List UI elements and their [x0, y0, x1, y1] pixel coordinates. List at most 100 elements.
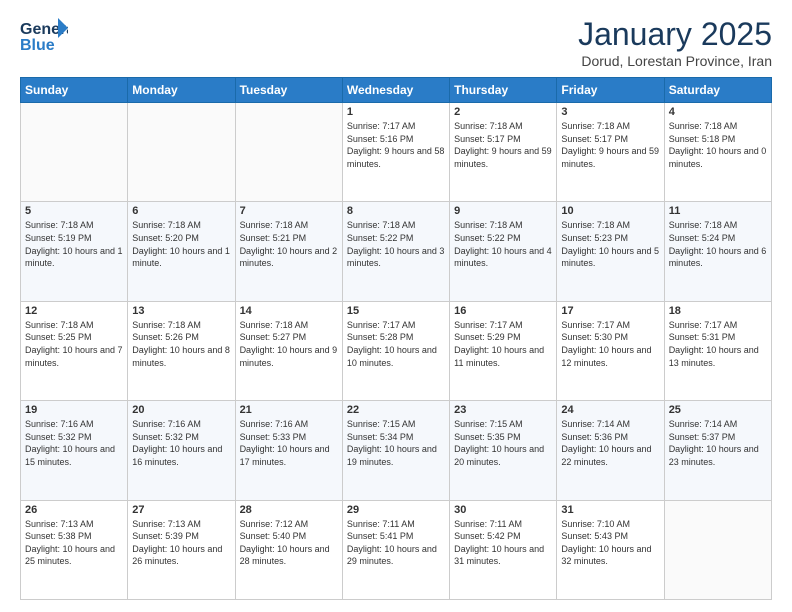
day-info: Sunrise: 7:18 AMSunset: 5:27 PMDaylight:…: [240, 319, 338, 369]
day-cell: 12 Sunrise: 7:18 AMSunset: 5:25 PMDayligh…: [21, 301, 128, 400]
day-number: 31: [561, 504, 659, 516]
day-number: 23: [454, 404, 552, 416]
col-friday: Friday: [557, 78, 664, 103]
header: General Blue January 2025 Dorud, Loresta…: [20, 16, 772, 69]
day-number: 30: [454, 504, 552, 516]
day-cell: 6 Sunrise: 7:18 AMSunset: 5:20 PMDaylight…: [128, 202, 235, 301]
day-info: Sunrise: 7:18 AMSunset: 5:22 PMDaylight:…: [454, 219, 552, 269]
day-number: 1: [347, 106, 445, 118]
day-info: Sunrise: 7:18 AMSunset: 5:17 PMDaylight:…: [561, 120, 659, 170]
day-cell: [664, 500, 771, 599]
day-info: Sunrise: 7:13 AMSunset: 5:38 PMDaylight:…: [25, 518, 123, 568]
day-cell: 8Sunrise: 7:18 AMSunset: 5:22 PMDaylight…: [342, 202, 449, 301]
day-cell: 11 Sunrise: 7:18 AMSunset: 5:24 PMDayligh…: [664, 202, 771, 301]
day-number: 9: [454, 205, 552, 217]
col-wednesday: Wednesday: [342, 78, 449, 103]
day-cell: 22 Sunrise: 7:15 AMSunset: 5:34 PMDayligh…: [342, 401, 449, 500]
day-cell: 17 Sunrise: 7:17 AMSunset: 5:30 PMDayligh…: [557, 301, 664, 400]
day-number: 20: [132, 404, 230, 416]
month-title: January 2025: [578, 16, 772, 53]
week-row-2: 12 Sunrise: 7:18 AMSunset: 5:25 PMDayligh…: [21, 301, 772, 400]
day-info: Sunrise: 7:18 AMSunset: 5:25 PMDaylight:…: [25, 319, 123, 369]
day-info: Sunrise: 7:16 AMSunset: 5:32 PMDaylight:…: [132, 418, 230, 468]
day-cell: 1 Sunrise: 7:17 AMSunset: 5:16 PMDaylight…: [342, 103, 449, 202]
day-cell: 15 Sunrise: 7:17 AMSunset: 5:28 PMDayligh…: [342, 301, 449, 400]
day-cell: [128, 103, 235, 202]
day-info: Sunrise: 7:17 AMSunset: 5:29 PMDaylight:…: [454, 319, 552, 369]
day-info: Sunrise: 7:17 AMSunset: 5:31 PMDaylight:…: [669, 319, 767, 369]
day-info: Sunrise: 7:18 AMSunset: 5:20 PMDaylight:…: [132, 219, 230, 269]
day-number: 3: [561, 106, 659, 118]
col-tuesday: Tuesday: [235, 78, 342, 103]
day-number: 10: [561, 205, 659, 217]
day-number: 5: [25, 205, 123, 217]
day-info: Sunrise: 7:17 AMSunset: 5:16 PMDaylight:…: [347, 120, 445, 170]
calendar-header: Sunday Monday Tuesday Wednesday Thursday…: [21, 78, 772, 103]
day-cell: 16Sunrise: 7:17 AMSunset: 5:29 PMDayligh…: [450, 301, 557, 400]
col-thursday: Thursday: [450, 78, 557, 103]
day-cell: 9 Sunrise: 7:18 AMSunset: 5:22 PMDaylight…: [450, 202, 557, 301]
day-cell: 31 Sunrise: 7:10 AMSunset: 5:43 PMDayligh…: [557, 500, 664, 599]
day-info: Sunrise: 7:16 AMSunset: 5:33 PMDaylight:…: [240, 418, 338, 468]
week-row-3: 19 Sunrise: 7:16 AMSunset: 5:32 PMDayligh…: [21, 401, 772, 500]
col-monday: Monday: [128, 78, 235, 103]
day-number: 15: [347, 305, 445, 317]
day-info: Sunrise: 7:13 AMSunset: 5:39 PMDaylight:…: [132, 518, 230, 568]
day-number: 26: [25, 504, 123, 516]
day-cell: 20 Sunrise: 7:16 AMSunset: 5:32 PMDayligh…: [128, 401, 235, 500]
day-number: 22: [347, 404, 445, 416]
day-info: Sunrise: 7:17 AMSunset: 5:30 PMDaylight:…: [561, 319, 659, 369]
day-number: 17: [561, 305, 659, 317]
logo-svg: General Blue: [20, 16, 68, 54]
logo-icon: General Blue: [20, 16, 68, 54]
col-saturday: Saturday: [664, 78, 771, 103]
day-info: Sunrise: 7:17 AMSunset: 5:28 PMDaylight:…: [347, 319, 445, 369]
col-sunday: Sunday: [21, 78, 128, 103]
day-cell: 28 Sunrise: 7:12 AMSunset: 5:40 PMDayligh…: [235, 500, 342, 599]
day-info: Sunrise: 7:15 AMSunset: 5:34 PMDaylight:…: [347, 418, 445, 468]
day-cell: 25 Sunrise: 7:14 AMSunset: 5:37 PMDayligh…: [664, 401, 771, 500]
day-cell: 3 Sunrise: 7:18 AMSunset: 5:17 PMDaylight…: [557, 103, 664, 202]
calendar-table: Sunday Monday Tuesday Wednesday Thursday…: [20, 77, 772, 600]
day-number: 12: [25, 305, 123, 317]
day-cell: 27 Sunrise: 7:13 AMSunset: 5:39 PMDayligh…: [128, 500, 235, 599]
day-number: 4: [669, 106, 767, 118]
day-info: Sunrise: 7:14 AMSunset: 5:37 PMDaylight:…: [669, 418, 767, 468]
day-info: Sunrise: 7:14 AMSunset: 5:36 PMDaylight:…: [561, 418, 659, 468]
page: General Blue January 2025 Dorud, Loresta…: [0, 0, 792, 612]
day-cell: 26 Sunrise: 7:13 AMSunset: 5:38 PMDayligh…: [21, 500, 128, 599]
day-cell: [21, 103, 128, 202]
day-number: 25: [669, 404, 767, 416]
day-info: Sunrise: 7:18 AMSunset: 5:23 PMDaylight:…: [561, 219, 659, 269]
day-info: Sunrise: 7:18 AMSunset: 5:26 PMDaylight:…: [132, 319, 230, 369]
week-row-1: 5Sunrise: 7:18 AMSunset: 5:19 PMDaylight…: [21, 202, 772, 301]
day-info: Sunrise: 7:18 AMSunset: 5:24 PMDaylight:…: [669, 219, 767, 269]
day-number: 29: [347, 504, 445, 516]
calendar: Sunday Monday Tuesday Wednesday Thursday…: [20, 77, 772, 600]
day-number: 14: [240, 305, 338, 317]
day-number: 28: [240, 504, 338, 516]
day-number: 18: [669, 305, 767, 317]
day-info: Sunrise: 7:10 AMSunset: 5:43 PMDaylight:…: [561, 518, 659, 568]
day-cell: 4Sunrise: 7:18 AMSunset: 5:18 PMDaylight…: [664, 103, 771, 202]
day-cell: [235, 103, 342, 202]
day-cell: 18 Sunrise: 7:17 AMSunset: 5:31 PMDayligh…: [664, 301, 771, 400]
week-row-4: 26 Sunrise: 7:13 AMSunset: 5:38 PMDayligh…: [21, 500, 772, 599]
day-number: 27: [132, 504, 230, 516]
title-section: January 2025 Dorud, Lorestan Province, I…: [578, 16, 772, 69]
day-cell: 2Sunrise: 7:18 AMSunset: 5:17 PMDaylight…: [450, 103, 557, 202]
logo: General Blue: [20, 16, 68, 54]
day-number: 11: [669, 205, 767, 217]
day-number: 19: [25, 404, 123, 416]
svg-text:Blue: Blue: [20, 37, 55, 54]
day-info: Sunrise: 7:11 AMSunset: 5:41 PMDaylight:…: [347, 518, 445, 568]
day-number: 6: [132, 205, 230, 217]
day-number: 2: [454, 106, 552, 118]
week-row-0: 1 Sunrise: 7:17 AMSunset: 5:16 PMDaylight…: [21, 103, 772, 202]
day-number: 8: [347, 205, 445, 217]
day-info: Sunrise: 7:12 AMSunset: 5:40 PMDaylight:…: [240, 518, 338, 568]
day-cell: 21Sunrise: 7:16 AMSunset: 5:33 PMDayligh…: [235, 401, 342, 500]
day-cell: 29 Sunrise: 7:11 AMSunset: 5:41 PMDayligh…: [342, 500, 449, 599]
day-cell: 14 Sunrise: 7:18 AMSunset: 5:27 PMDayligh…: [235, 301, 342, 400]
day-cell: 24Sunrise: 7:14 AMSunset: 5:36 PMDayligh…: [557, 401, 664, 500]
